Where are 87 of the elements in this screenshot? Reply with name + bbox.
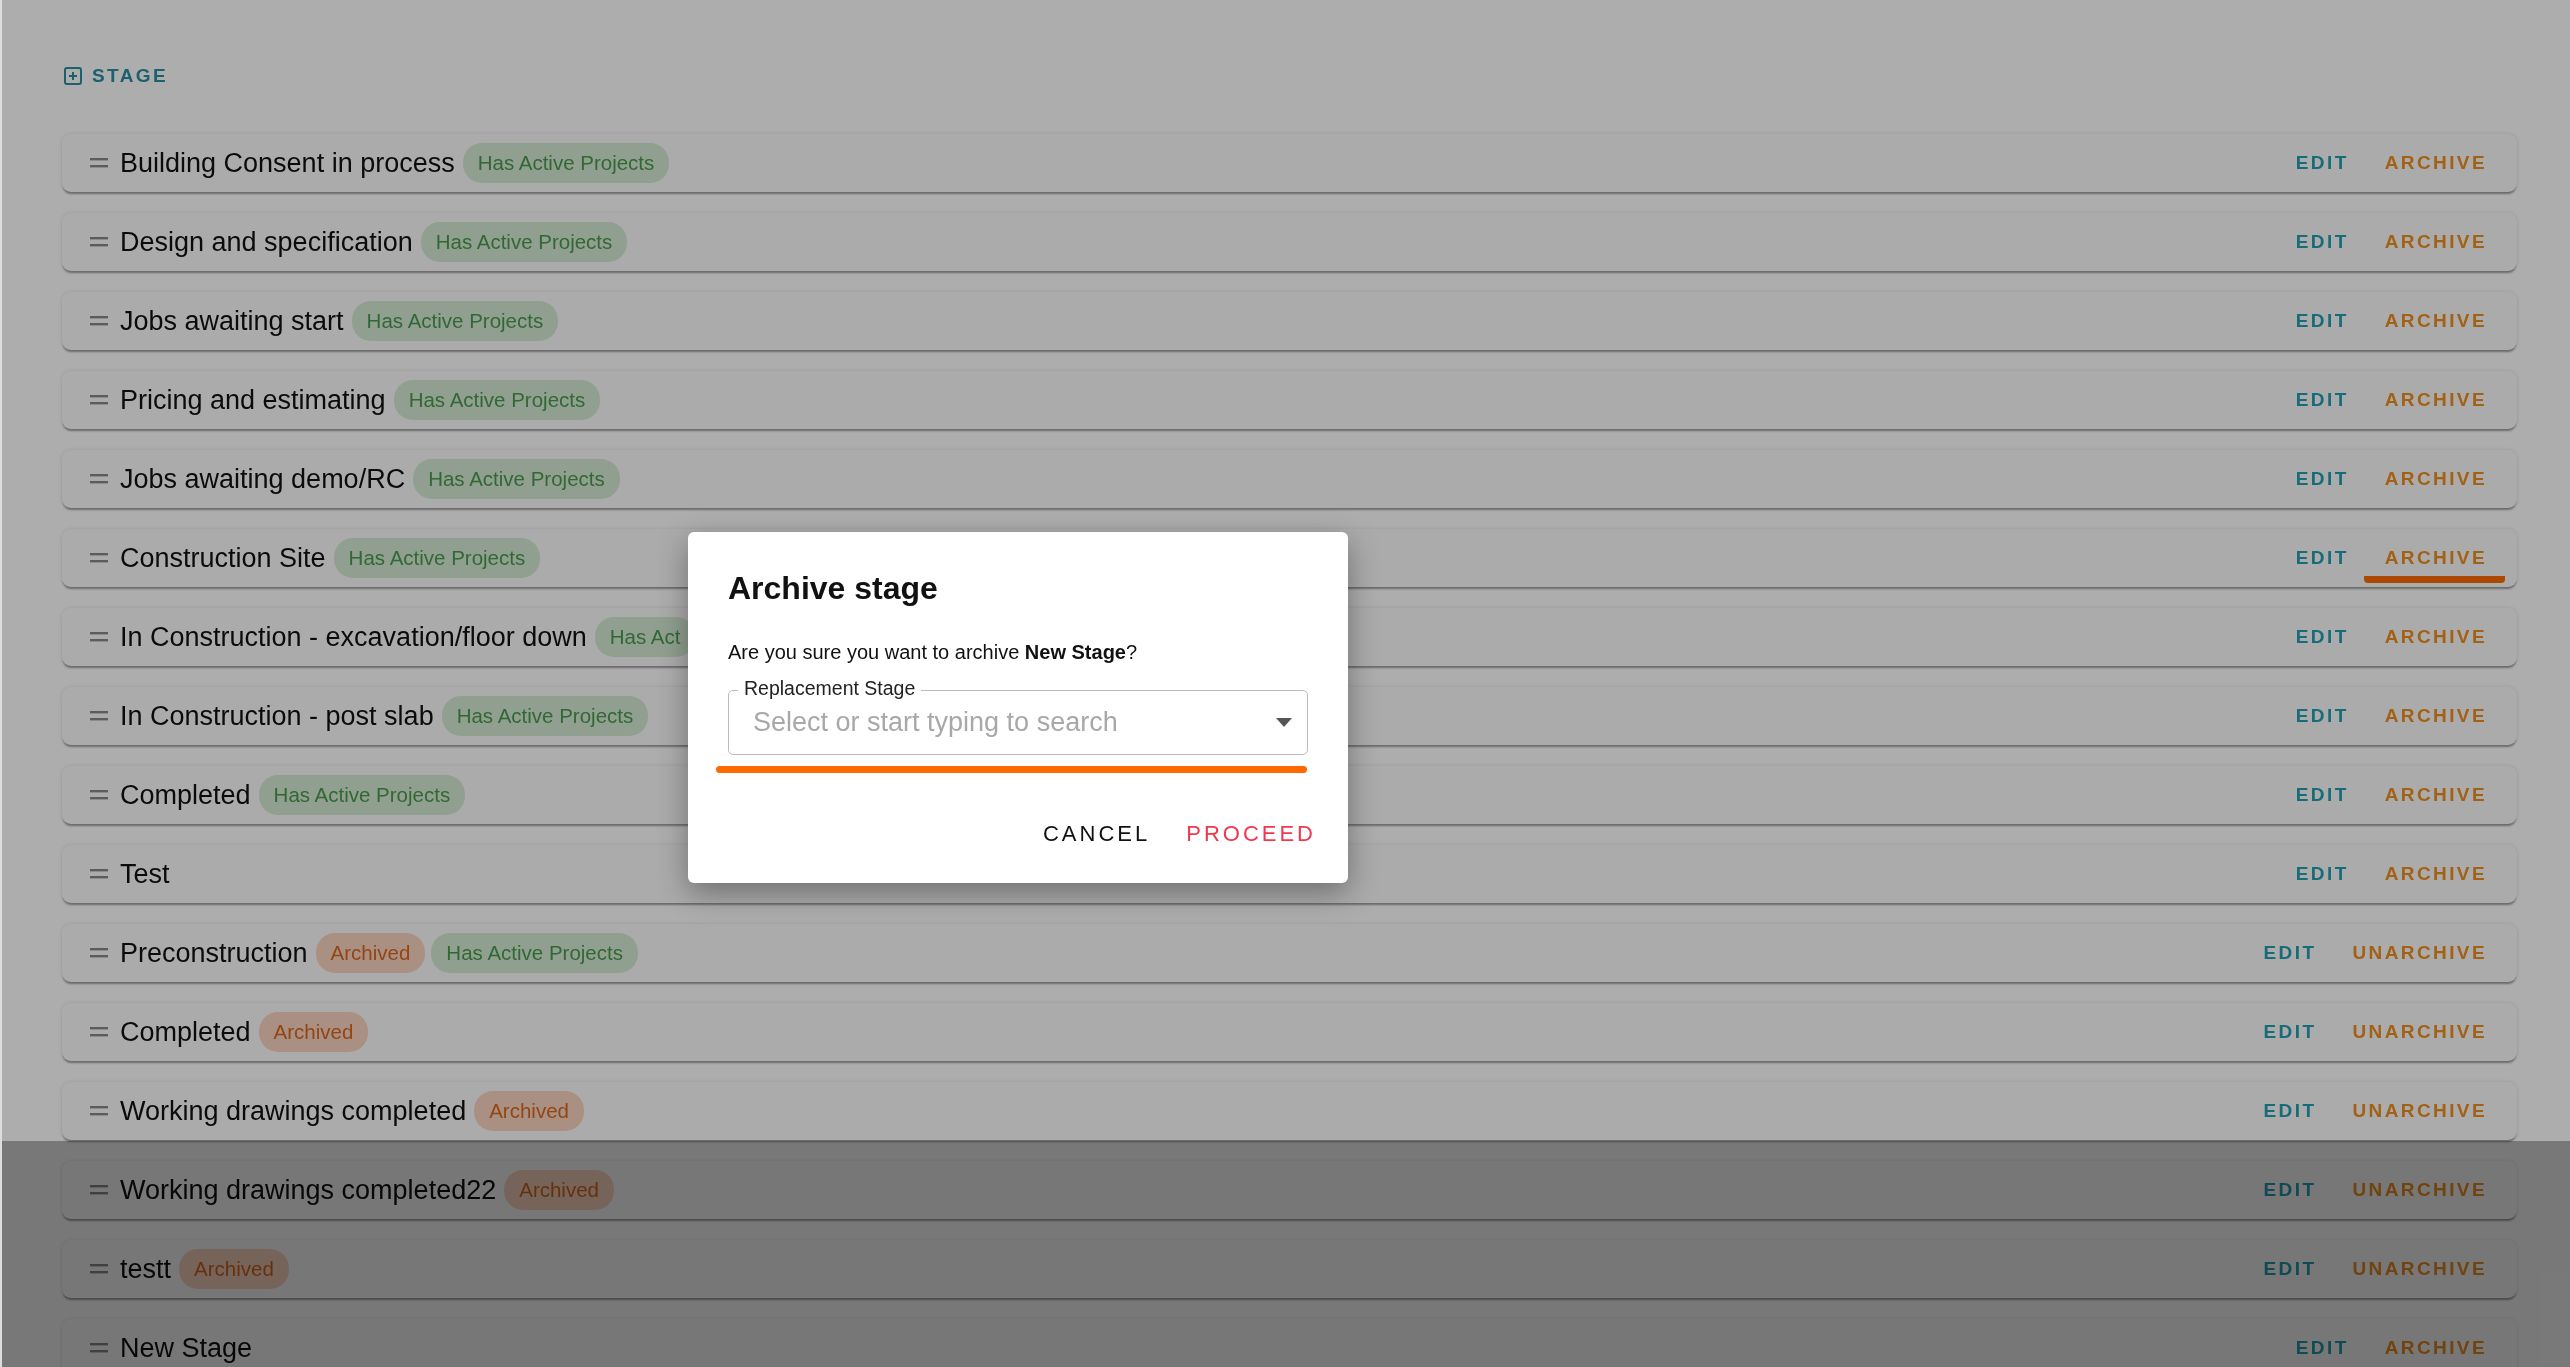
cancel-button[interactable]: CANCEL bbox=[1038, 815, 1155, 853]
stage-name: Completed bbox=[120, 1016, 251, 1048]
drag-handle-icon[interactable] bbox=[90, 711, 108, 721]
status-chip: Has Active Projects bbox=[420, 222, 628, 262]
archive-button[interactable]: ARCHIVE bbox=[2374, 223, 2497, 261]
edit-button[interactable]: EDIT bbox=[2285, 460, 2359, 498]
archive-button[interactable]: UNARCHIVE bbox=[2342, 1013, 2497, 1051]
stage-name: Test bbox=[120, 858, 170, 890]
replacement-stage-select[interactable]: Replacement Stage Select or start typing to search bbox=[728, 677, 1308, 755]
archive-button[interactable]: ARCHIVE bbox=[2374, 302, 2497, 340]
edit-button[interactable]: EDIT bbox=[2285, 539, 2359, 577]
search-input[interactable]: Select or start typing to search bbox=[753, 707, 1276, 738]
status-chip: Has Active Projects bbox=[462, 143, 670, 183]
stage-name: New Stage bbox=[120, 1332, 253, 1364]
archived-chip: Archived bbox=[504, 1170, 614, 1210]
archive-button[interactable]: ARCHIVE bbox=[2374, 697, 2497, 735]
stage-name: Building Consent in process bbox=[120, 147, 455, 179]
drag-handle-icon[interactable] bbox=[90, 1343, 108, 1353]
archive-button[interactable]: ARCHIVE bbox=[2374, 618, 2497, 656]
add-stage-button[interactable]: STAGE bbox=[62, 58, 169, 94]
archived-chip: Archived bbox=[258, 1012, 369, 1052]
archive-button[interactable]: ARCHIVE bbox=[2374, 381, 2497, 419]
drag-handle-icon[interactable] bbox=[90, 237, 108, 247]
archive-button[interactable]: ARCHIVE bbox=[2374, 855, 2497, 893]
edit-button[interactable]: EDIT bbox=[2285, 855, 2359, 893]
status-chip: Has Active Projects bbox=[351, 301, 559, 341]
archive-button[interactable]: ARCHIVE bbox=[2374, 1329, 2497, 1367]
stage-name: Design and specification bbox=[120, 226, 413, 258]
edit-button[interactable]: EDIT bbox=[2253, 1171, 2327, 1209]
archived-chip: Archived bbox=[315, 933, 426, 973]
drag-handle-icon[interactable] bbox=[90, 869, 108, 879]
archived-chip: Archived bbox=[179, 1249, 289, 1289]
drag-handle-icon[interactable] bbox=[90, 1027, 108, 1037]
drag-handle-icon[interactable] bbox=[90, 553, 108, 563]
drag-handle-icon[interactable] bbox=[90, 316, 108, 326]
edit-button[interactable]: EDIT bbox=[2285, 1329, 2359, 1367]
edit-button[interactable]: EDIT bbox=[2253, 1250, 2327, 1288]
add-box-icon bbox=[64, 67, 82, 85]
status-chip: Has Active Projects bbox=[431, 933, 638, 973]
dropdown-caret-icon[interactable] bbox=[1276, 718, 1292, 727]
edit-button[interactable]: EDIT bbox=[2253, 1092, 2327, 1130]
archive-button[interactable]: ARCHIVE bbox=[2374, 460, 2497, 498]
archive-button[interactable]: UNARCHIVE bbox=[2342, 1092, 2497, 1130]
drag-handle-icon[interactable] bbox=[90, 1185, 108, 1195]
drag-handle-icon[interactable] bbox=[90, 790, 108, 800]
stage-name: Working drawings completed bbox=[120, 1095, 467, 1127]
edit-button[interactable]: EDIT bbox=[2285, 776, 2359, 814]
field-label: Replacement Stage bbox=[738, 677, 922, 700]
drag-handle-icon[interactable] bbox=[90, 158, 108, 168]
dialog-message: Are you sure you want to archive New Stage? bbox=[728, 641, 1139, 664]
stage-name: In Construction - excavation/floor down bbox=[120, 621, 587, 653]
stage-name: Construction Site bbox=[120, 542, 326, 574]
status-chip: Has Active Projects bbox=[441, 696, 649, 736]
archived-chip: Archived bbox=[474, 1091, 584, 1131]
edit-button[interactable]: EDIT bbox=[2285, 223, 2359, 261]
archive-button[interactable]: UNARCHIVE bbox=[2342, 1250, 2497, 1288]
edit-button[interactable]: EDIT bbox=[2253, 934, 2327, 972]
drag-handle-icon[interactable] bbox=[90, 1264, 108, 1274]
stage-name: Completed bbox=[120, 779, 251, 811]
status-chip: Has Active Projects bbox=[393, 380, 601, 420]
archive-button[interactable]: ARCHIVE bbox=[2374, 144, 2497, 182]
drag-handle-icon[interactable] bbox=[90, 395, 108, 405]
drag-handle-icon[interactable] bbox=[90, 632, 108, 642]
stage-name: Jobs awaiting start bbox=[120, 305, 344, 337]
stage-name: In Construction - post slab bbox=[120, 700, 434, 732]
status-chip: Has Active Projects bbox=[258, 775, 466, 815]
drag-handle-icon[interactable] bbox=[90, 948, 108, 958]
stage-name: Working drawings completed22 bbox=[120, 1174, 497, 1206]
edit-button[interactable]: EDIT bbox=[2285, 144, 2359, 182]
edit-button[interactable]: EDIT bbox=[2285, 618, 2359, 656]
drag-handle-icon[interactable] bbox=[90, 474, 108, 484]
edit-button[interactable]: EDIT bbox=[2253, 1013, 2327, 1051]
edit-button[interactable]: EDIT bbox=[2285, 697, 2359, 735]
stage-name: Jobs awaiting demo/RC bbox=[120, 463, 406, 495]
archive-button[interactable]: UNARCHIVE bbox=[2342, 1171, 2497, 1209]
archive-button[interactable]: UNARCHIVE bbox=[2342, 934, 2497, 972]
stage-name: testt bbox=[120, 1253, 172, 1285]
drag-handle-icon[interactable] bbox=[90, 1106, 108, 1116]
edit-button[interactable]: EDIT bbox=[2285, 302, 2359, 340]
status-chip: Has Active Projects bbox=[413, 459, 620, 499]
edit-button[interactable]: EDIT bbox=[2285, 381, 2359, 419]
dialog-title: Archive stage bbox=[728, 570, 939, 607]
stage-name: Preconstruction bbox=[120, 937, 308, 969]
archive-button[interactable]: ARCHIVE bbox=[2374, 776, 2497, 814]
proceed-button[interactable]: PROCEED bbox=[1182, 815, 1320, 853]
status-chip: Has Active Projects bbox=[333, 538, 541, 578]
stage-name: Pricing and estimating bbox=[120, 384, 386, 416]
